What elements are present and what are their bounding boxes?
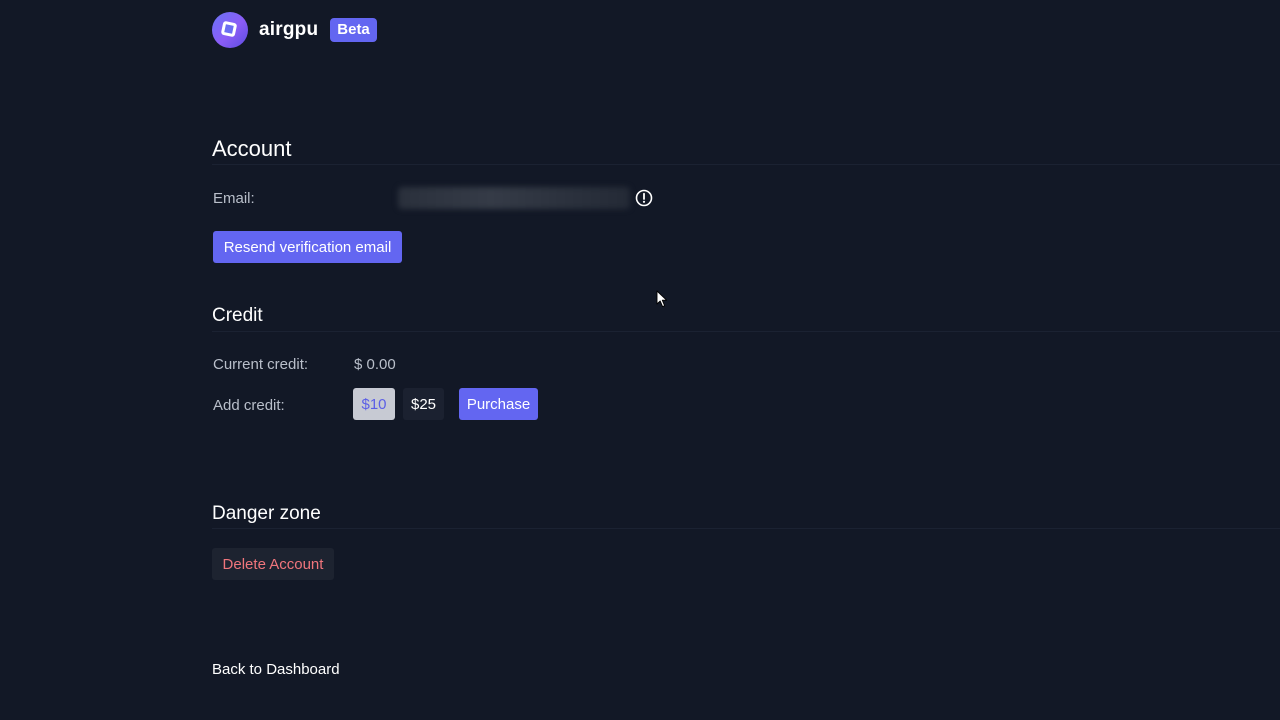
beta-badge: Beta [330,18,377,42]
resend-verification-button[interactable]: Resend verification email [213,231,402,263]
section-title-danger-zone: Danger zone [212,503,321,524]
back-to-dashboard-link[interactable]: Back to Dashboard [212,661,340,678]
section-divider [212,331,1280,332]
delete-account-button[interactable]: Delete Account [212,548,334,580]
brand[interactable]: airgpu Beta [212,12,377,48]
section-title-credit: Credit [212,305,263,326]
credit-option-10[interactable]: $10 [353,388,395,420]
section-divider [212,164,1280,165]
account-page: airgpu Beta Account Email: Resend verifi… [0,0,1280,720]
add-credit-label: Add credit: [213,397,285,414]
section-divider [212,528,1280,529]
current-credit-label: Current credit: [213,356,309,373]
airgpu-logo-icon [212,12,248,48]
email-value-redacted [398,187,630,209]
credit-option-25[interactable]: $25 [403,388,444,420]
current-credit-value: $ 0.00 [354,356,396,373]
mouse-pointer-icon [656,290,668,308]
section-title-account: Account [212,136,292,161]
email-label: Email: [213,190,255,207]
app-name: airgpu [259,19,319,40]
purchase-button[interactable]: Purchase [459,388,538,420]
logo-mark [220,20,238,38]
alert-circle-icon[interactable] [635,189,653,207]
